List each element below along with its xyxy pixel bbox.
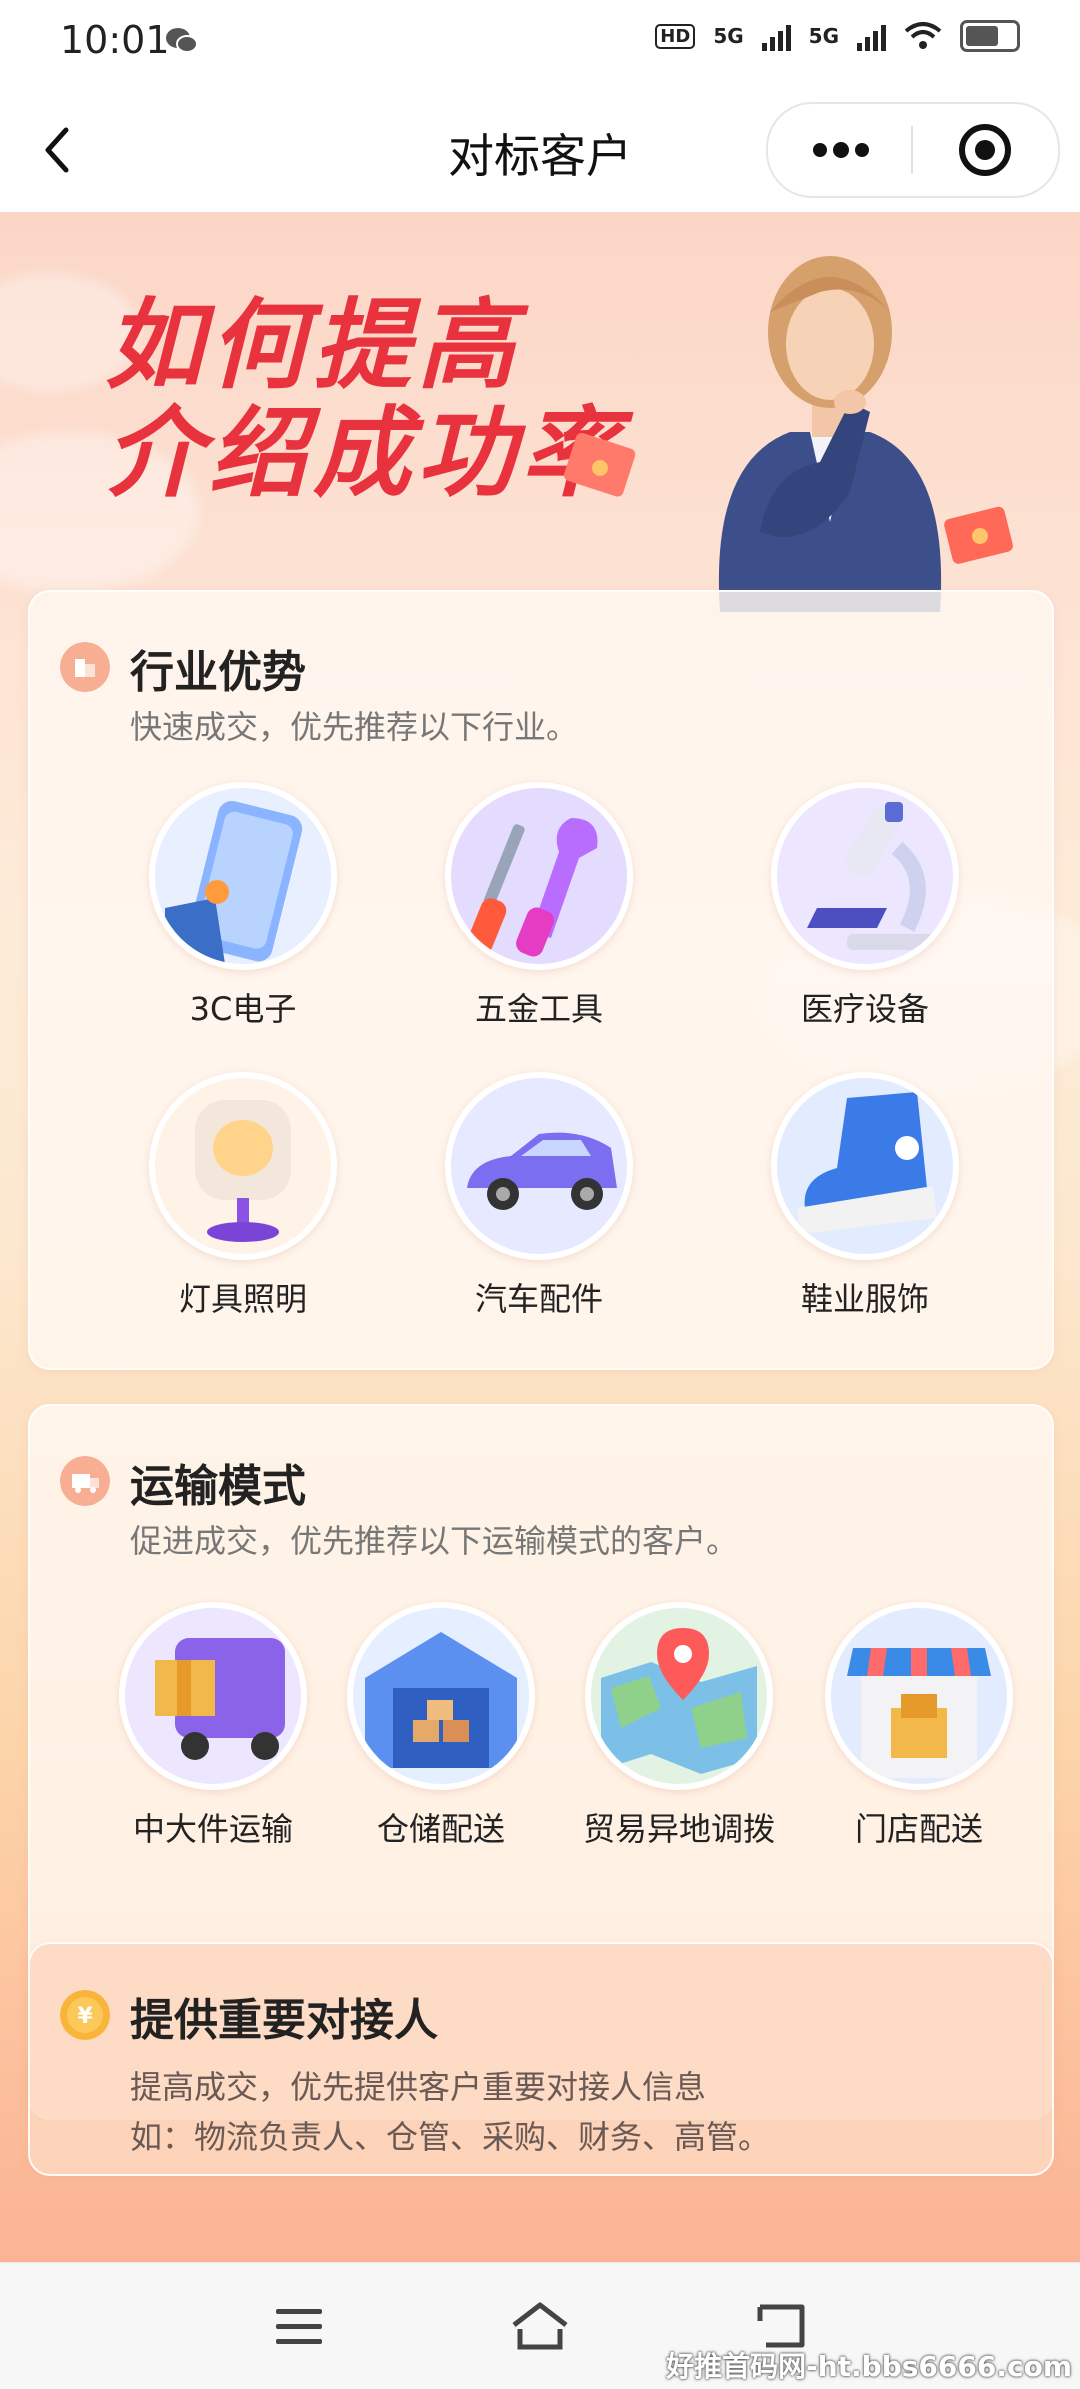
red-envelope-icon [564,432,636,497]
network-5g-label-2: 5G [808,24,839,48]
signal-icon [761,21,791,51]
industry-item-shoes[interactable]: 鞋业服饰 [750,1072,980,1320]
wechat-icon [166,28,198,53]
more-icon[interactable] [768,104,913,196]
truck-icon [119,1602,307,1790]
transport-item-label: 门店配送 [854,1810,983,1848]
watermark: 好推首码网-ht.bbs6666.com [666,2350,1072,2383]
transport-item-warehousing[interactable]: 仓储配送 [326,1602,556,1850]
yuan-coin-icon: ¥ [60,1990,110,2040]
signal-icon [857,21,886,51]
building-icon [60,642,110,692]
sneaker-icon [771,1072,959,1260]
industry-item-lighting[interactable]: 灯具照明 [128,1072,358,1320]
store-icon [825,1602,1013,1790]
transport-subtitle: 促进成交，优先推荐以下运输模式的客户。 [130,1522,739,1560]
industry-item-label: 汽车配件 [474,1280,603,1318]
map-pin-icon [585,1602,773,1790]
transport-item-label: 贸易异地调拨 [582,1810,775,1848]
transport-item-large-freight[interactable]: 中大件运输 [98,1602,328,1850]
status-icons: HD 5G 5G [655,20,1020,52]
key-contact-card: ¥ 提供重要对接人 提高成交，优先提供客户重要对接人信息 如：物流负责人、仓管、… [28,1942,1054,2176]
thinking-woman-illustration [718,256,942,612]
truck-small-icon [60,1456,110,1506]
close-mini-program-icon[interactable] [913,104,1058,196]
warehouse-icon [347,1602,535,1790]
transport-item-label: 仓储配送 [376,1810,505,1848]
home-icon[interactable] [510,2299,570,2353]
hd-badge: HD [655,23,696,49]
transport-item-label: 中大件运输 [132,1810,293,1848]
industry-item-auto-parts[interactable]: 汽车配件 [424,1072,654,1320]
industry-item-label: 灯具照明 [178,1280,307,1318]
microscope-icon [771,782,959,970]
menu-icon[interactable] [272,2303,328,2351]
industry-advantage-card: 行业优势 快速成交，优先推荐以下行业。 3C电子 五金工具 医疗设备 灯具照明 [28,590,1054,1370]
banner-title: 如何提高 介绍成功率 [105,292,625,508]
industry-item-label: 医疗设备 [800,990,929,1028]
svg-text:¥: ¥ [77,2004,93,2029]
banner-line-1: 如何提高 [105,289,522,403]
industry-item-label: 3C电子 [189,990,297,1028]
nav-bar: 对标客户 [0,90,1080,212]
contact-line-1: 提高成交，优先提供客户重要对接人信息 [130,2068,707,2106]
transport-item-store-delivery[interactable]: 门店配送 [804,1602,1034,1850]
status-bar: 10:01 HD 5G 5G [0,0,1080,90]
wifi-icon [904,22,942,49]
network-5g-label-1: 5G [713,24,744,48]
banner-line-2: 介绍成功率 [105,397,626,511]
industry-item-medical[interactable]: 医疗设备 [750,782,980,1030]
transport-title: 运输模式 [130,1461,306,1512]
contact-title: 提供重要对接人 [130,1995,438,2046]
industry-item-label: 鞋业服饰 [800,1280,929,1318]
tools-icon [445,782,633,970]
industry-title: 行业优势 [130,647,306,698]
back-button[interactable] [30,120,90,180]
battery-icon [960,20,1020,52]
industry-item-label: 五金工具 [474,990,603,1028]
mini-program-capsule [766,102,1060,198]
industry-subtitle: 快速成交，优先推荐以下行业。 [130,708,579,746]
contact-line-2: 如：物流负责人、仓管、采购、财务、高管。 [130,2118,771,2156]
smartphone-icon [149,782,337,970]
industry-item-hardware[interactable]: 五金工具 [424,782,654,1030]
car-icon [445,1072,633,1260]
lamp-icon [149,1072,337,1260]
main-content: 如何提高 介绍成功率 行业优势 快速成交，优先推荐以下行业。 3C电子 五金工具… [0,212,1080,2262]
status-time: 10:01 [60,18,170,62]
industry-item-3c[interactable]: 3C电子 [128,782,358,1030]
transport-item-trade-transfer[interactable]: 贸易异地调拨 [564,1602,794,1850]
